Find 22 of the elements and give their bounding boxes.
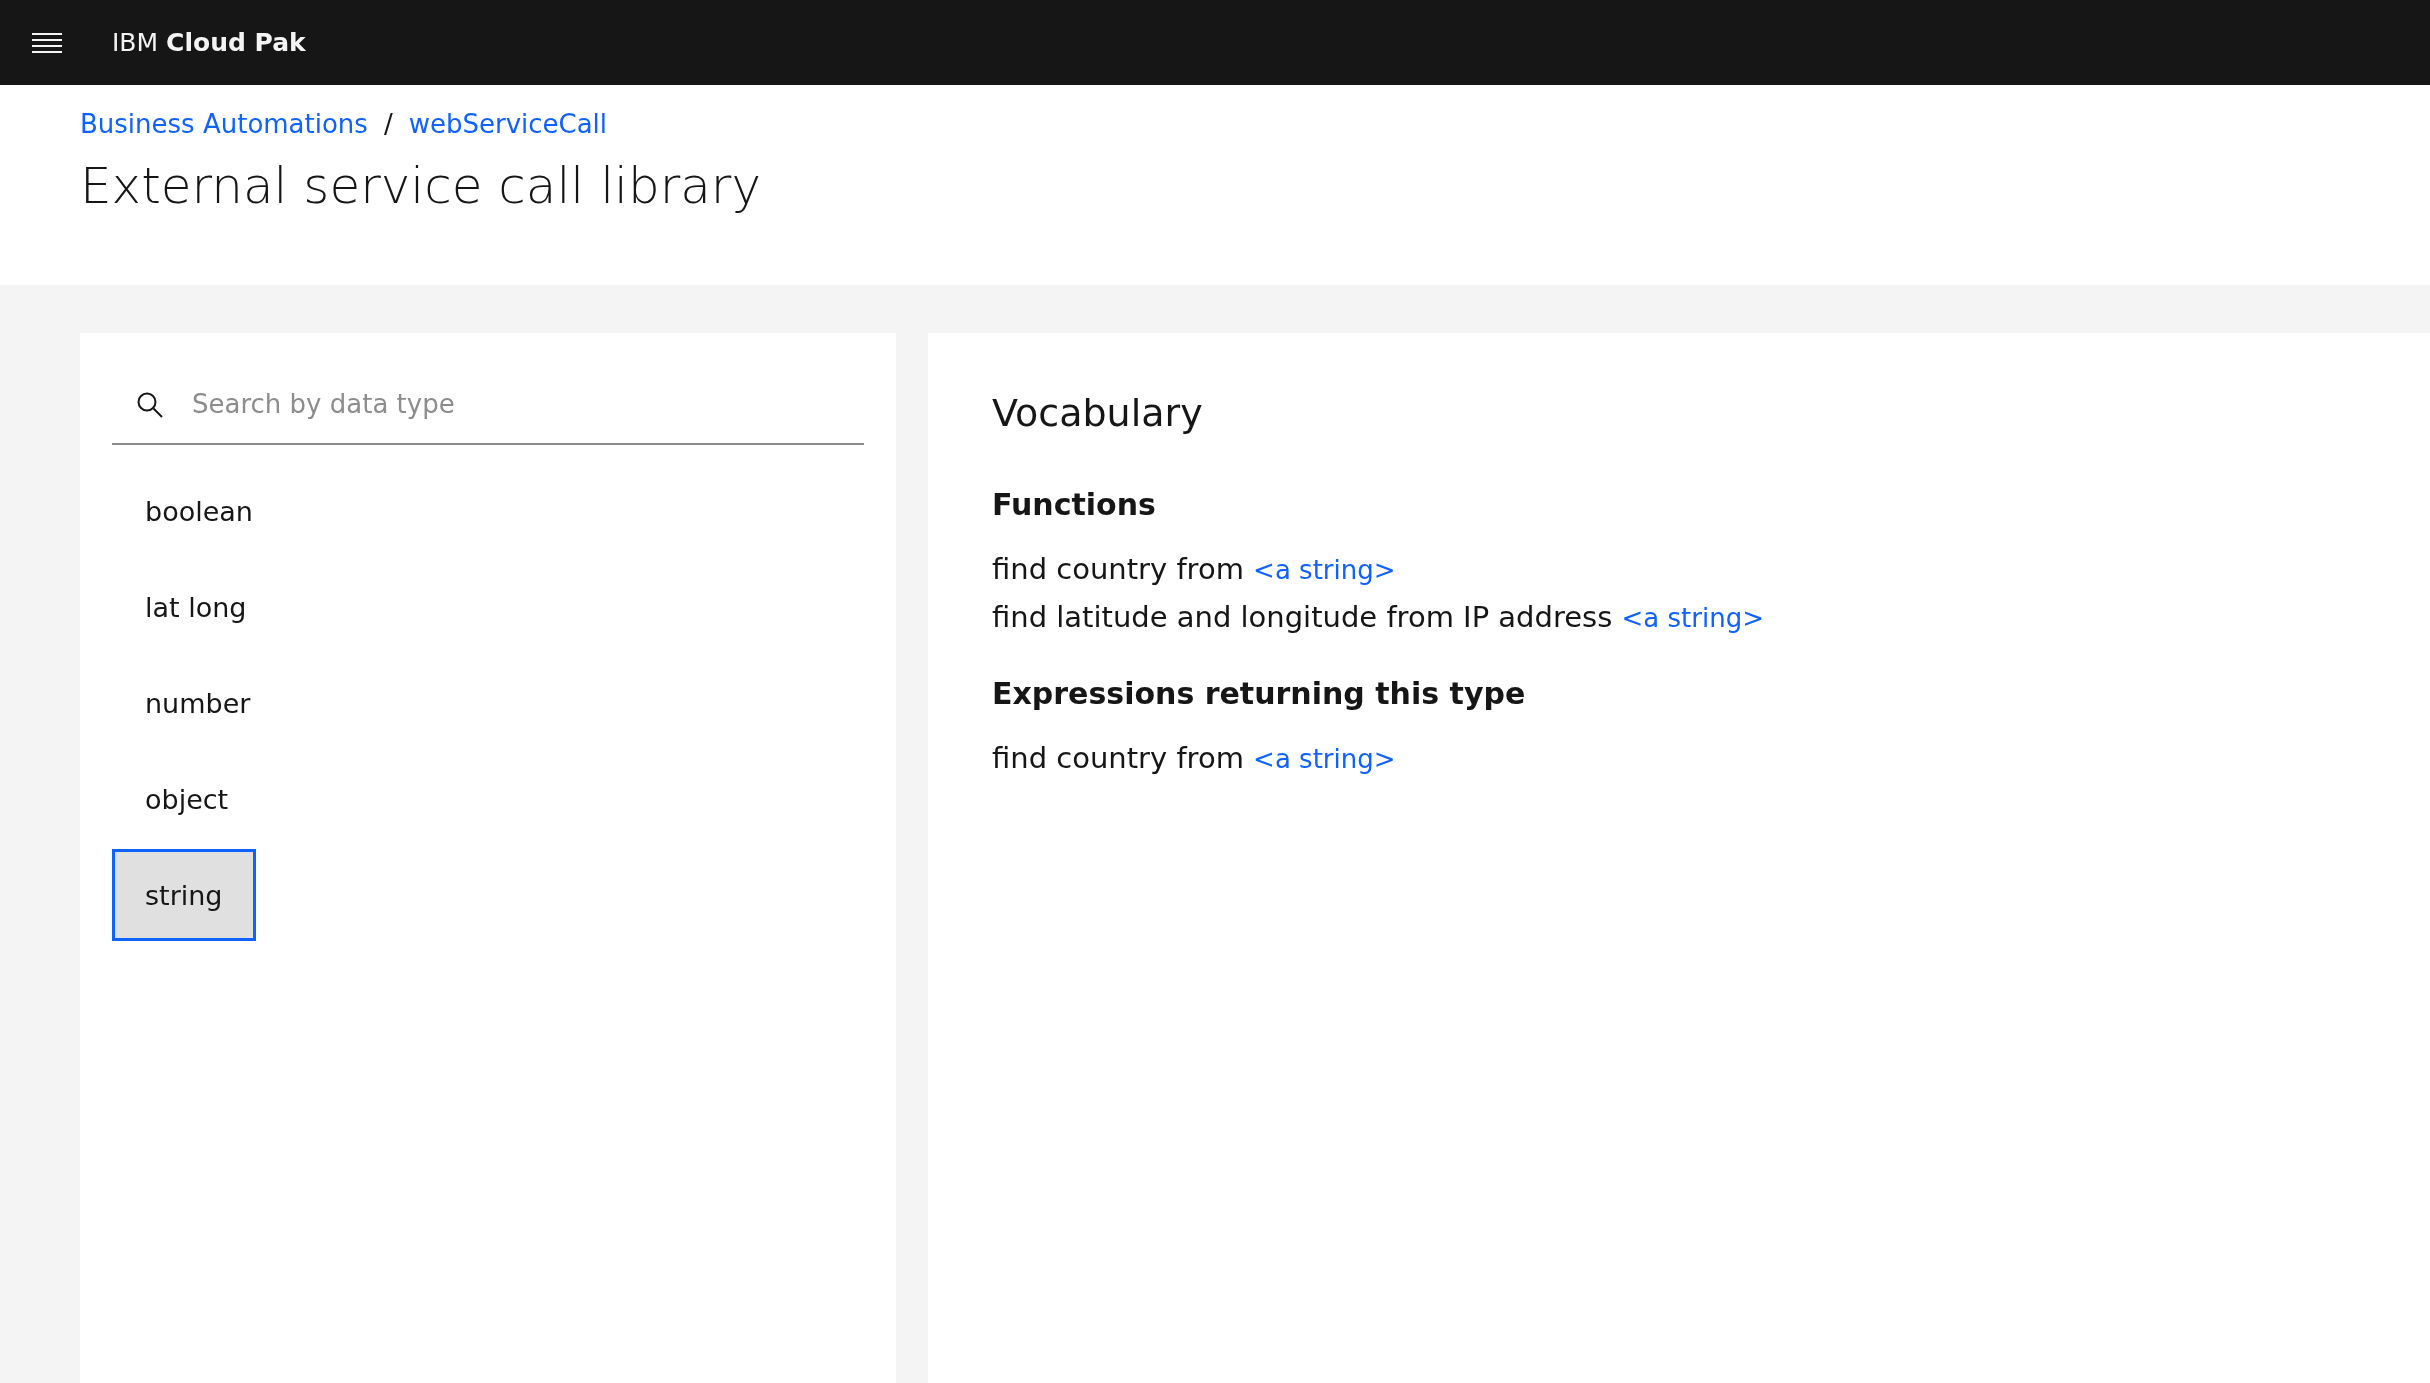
data-type-item[interactable]: number [112,657,284,749]
type-link[interactable]: <a string> [1253,555,1396,585]
vocabulary-entry: find country from <a string> [992,552,1397,586]
data-type-item[interactable]: lat long [112,561,280,653]
section-heading: Functions [992,487,1157,522]
menu-icon[interactable] [32,31,62,54]
type-link[interactable]: <a string> [1253,744,1396,774]
search-icon [136,391,164,419]
vocabulary-entry: find latitude and longitude from IP address <a string> [992,600,1765,634]
breadcrumb-link[interactable]: webServiceCall [408,109,608,139]
vocabulary-entry: find country from <a string> [992,741,1397,775]
breadcrumb-link[interactable]: Business Automations [80,109,368,139]
type-link[interactable]: <a string> [1621,603,1764,633]
breadcrumb-separator: / [383,109,393,139]
page-title: External service call library [80,157,762,215]
search-field[interactable]: Search by data type [112,365,864,445]
vocabulary-title: Vocabulary [992,391,1204,435]
section-heading: Expressions returning this type [992,676,1527,711]
data-type-item[interactable]: boolean [112,465,286,557]
brand-name: IBM Cloud Pak [112,28,306,57]
data-type-item[interactable]: string [112,849,256,941]
data-type-item[interactable]: object [112,753,262,845]
